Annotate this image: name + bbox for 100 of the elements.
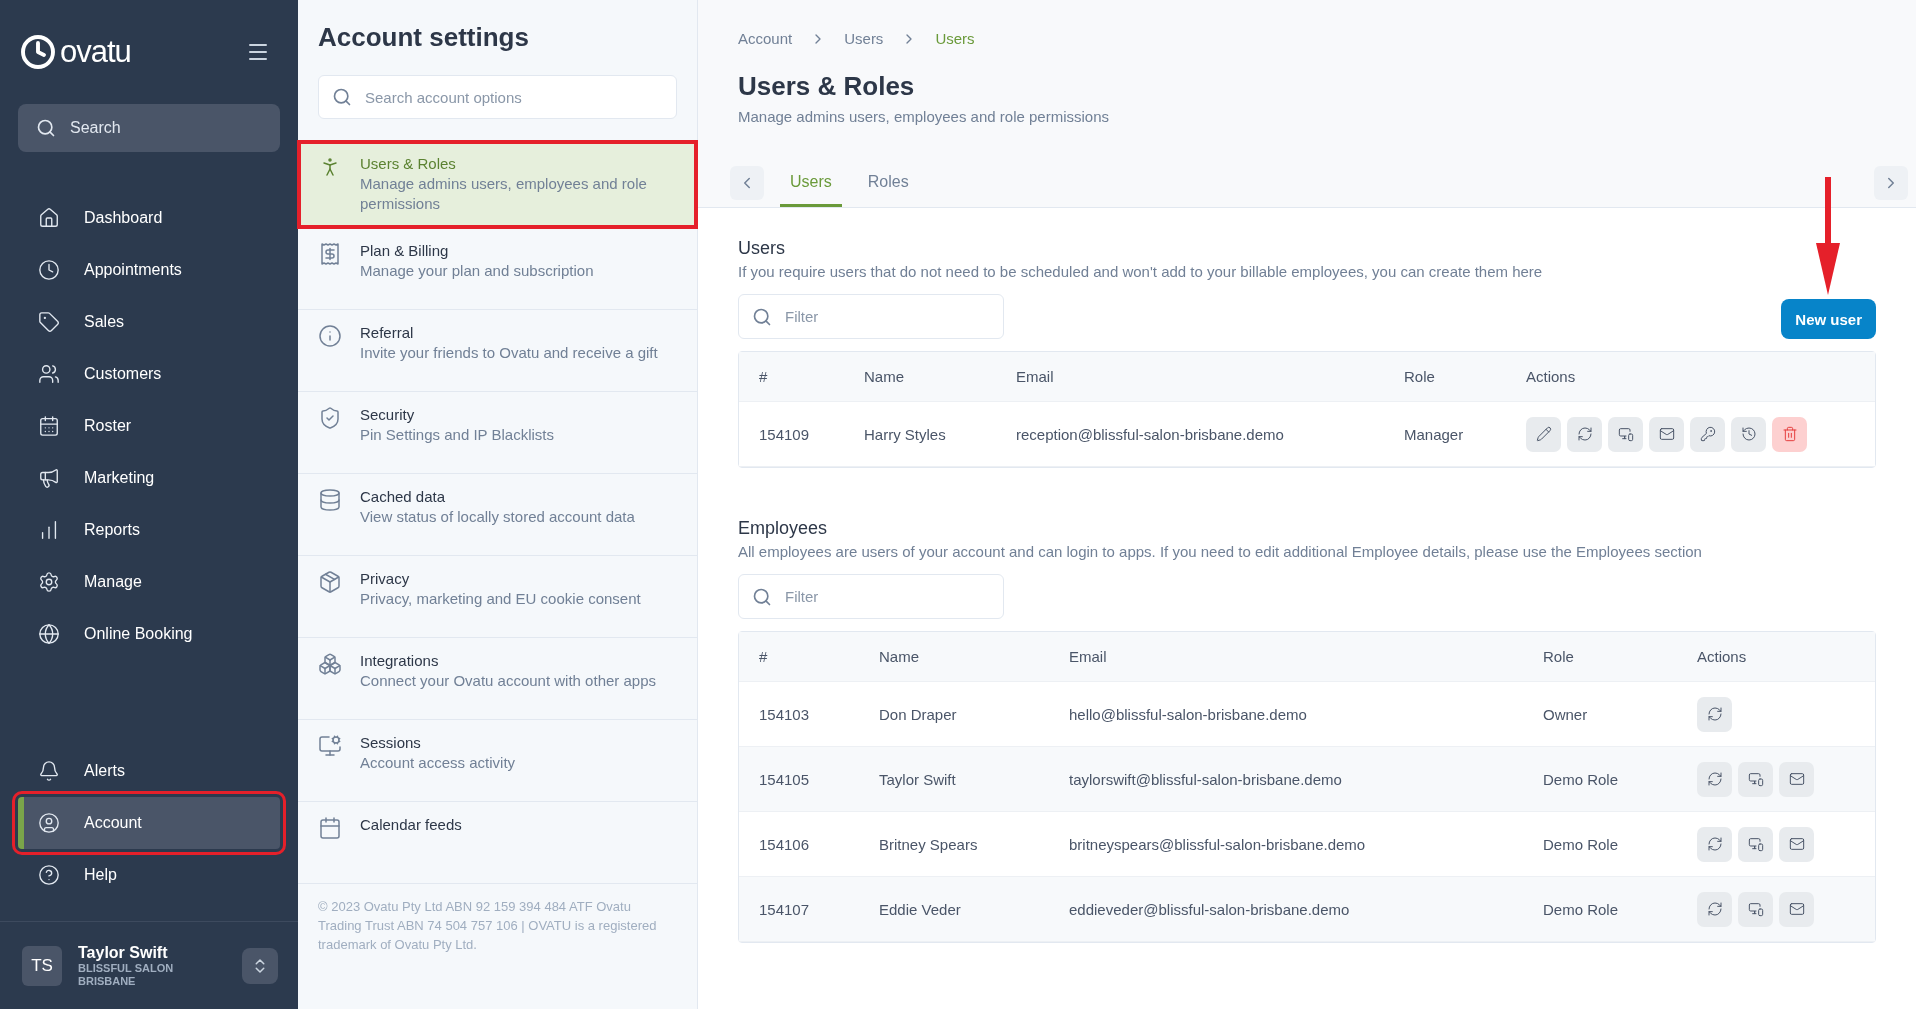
nav-item[interactable]: Marketing [18,452,280,504]
action-button[interactable] [1772,416,1807,452]
column-header: # [759,368,769,385]
globe-icon [38,623,60,645]
section-title: Employees [738,518,829,539]
table-cell-text: britneyspears@blissful-salon-brisbane.demo [1069,835,1367,853]
action-button[interactable] [1697,891,1732,927]
settings-item[interactable]: Calendar feeds [298,802,697,884]
clock-icon [38,259,60,281]
panel-title: Account settings [317,21,530,53]
settings-item[interactable]: Privacy Privacy, marketing and EU cookie consent [298,556,697,638]
table-cell-text: 154103 [759,705,811,723]
nav-item[interactable]: Online Booking [18,608,280,660]
edit-icon [1535,426,1552,442]
nav-item[interactable]: Roster [18,400,280,452]
item-title: Calendar feeds [360,816,462,833]
help-icon [38,864,60,886]
megaphone-icon [38,467,60,489]
boxes-icon [318,652,342,676]
tab[interactable]: Roles [857,159,919,207]
settings-item[interactable]: Plan & Billing Manage your plan and subscription [298,228,697,310]
item-title: Integrations [360,652,440,669]
nav-item[interactable]: Sales [18,296,280,348]
filter-field[interactable]: Filter [738,294,1004,339]
column-header: Role [1543,648,1575,665]
table-cell-text: Don Draper [879,705,958,723]
nav-item[interactable]: Appointments [18,244,280,296]
column-header: Email [1069,648,1108,665]
action-button[interactable] [1526,416,1561,452]
item-title: Security [360,406,416,423]
action-button[interactable] [1738,826,1773,862]
nav-item[interactable]: Alerts [18,745,280,797]
switch-button[interactable] [242,947,278,984]
search-icon [36,118,56,138]
action-button[interactable] [1608,416,1643,452]
column-header: Name [879,648,920,665]
receipt-icon [318,242,342,266]
action-button[interactable] [1731,416,1766,452]
breadcrumb-link[interactable]: Account [738,30,793,47]
nav-item[interactable]: Customers [18,348,280,400]
database-icon [318,488,342,512]
action-button[interactable] [1779,761,1814,797]
search-icon [752,586,772,607]
item-title: Referral [360,324,415,341]
devices-icon [1747,836,1764,852]
settings-item[interactable]: Security Pin Settings and IP Blacklists [298,392,697,474]
bell-icon [38,760,60,782]
settings-item[interactable]: Sessions Account access activity [298,720,697,802]
devices-icon [1617,426,1634,442]
action-button[interactable] [1738,891,1773,927]
section-title: Users [738,238,786,259]
copyright-text: © 2023 Ovatu Pty Ltd ABN 92 159 394 484 ATF Ovatu Trading Trust ABN 74 504 757 106 | OVATU is a registered trademark of Ovatu Pty Ltd. [317,898,658,954]
table-cell-text: Britney Spears [879,835,979,853]
settings-item[interactable]: Users & Roles Manage admins users, employees and role permissions [298,141,697,228]
monitor-gear-icon [318,734,342,758]
search-field[interactable]: Search [18,104,280,152]
logo: ovatu [20,34,131,70]
search-field[interactable]: Search account options [318,75,677,119]
clock-icon [20,34,56,70]
breadcrumb-link[interactable]: Users [844,30,884,47]
section-description: If you require users that do not need to be scheduled and won't add to your billable employees, you can create them here [738,263,1544,280]
nav-item[interactable]: Dashboard [18,192,280,244]
table-cell-text: 154107 [759,900,811,918]
item-description: Pin Settings and IP Blacklists [360,425,554,445]
settings-item[interactable]: Cached data View status of locally stored account data [298,474,697,556]
search-icon [752,306,772,327]
house-icon [38,207,60,229]
action-button[interactable] [1697,761,1732,797]
action-button[interactable] [1697,826,1732,862]
column-header: Email [1016,368,1055,385]
people-icon [38,363,60,385]
item-description: Connect your Ovatu account with other apps [360,671,656,691]
action-button[interactable] [1738,761,1773,797]
action-button[interactable] [1567,416,1602,452]
table-cell-text: reception@blissful-salon-brisbane.demo [1016,425,1285,443]
filter-field[interactable]: Filter [738,574,1004,619]
item-description: Account access activity [360,753,516,773]
info-icon [318,324,342,348]
action-button[interactable] [1690,416,1725,452]
item-title: Cached data [360,488,447,505]
column-header: Actions [1697,648,1748,665]
item-title: Plan & Billing [360,242,450,259]
business-name: BLISSFUL SALON BRISBANE [78,962,175,987]
settings-item[interactable]: Referral Invite your friends to Ovatu and receive a gift [298,310,697,392]
item-description: Manage your plan and subscription [360,261,594,281]
shield-icon [318,406,342,430]
settings-item[interactable]: Integrations Connect your Ovatu account with other apps [298,638,697,720]
action-button[interactable] [1779,826,1814,862]
action-button[interactable] [1779,891,1814,927]
devices-icon [1747,771,1764,787]
action-button[interactable] [1697,696,1732,732]
new-user-button[interactable]: New user [1781,299,1876,339]
nav-item[interactable]: Help [18,849,280,901]
nav-item[interactable]: Reports [18,504,280,556]
action-button[interactable] [1649,416,1684,452]
devices-icon [1747,901,1764,917]
tag-icon [38,311,60,333]
item-description: Privacy, marketing and EU cookie consent [360,589,641,609]
package-icon [318,570,342,594]
nav-item[interactable]: Manage [18,556,280,608]
